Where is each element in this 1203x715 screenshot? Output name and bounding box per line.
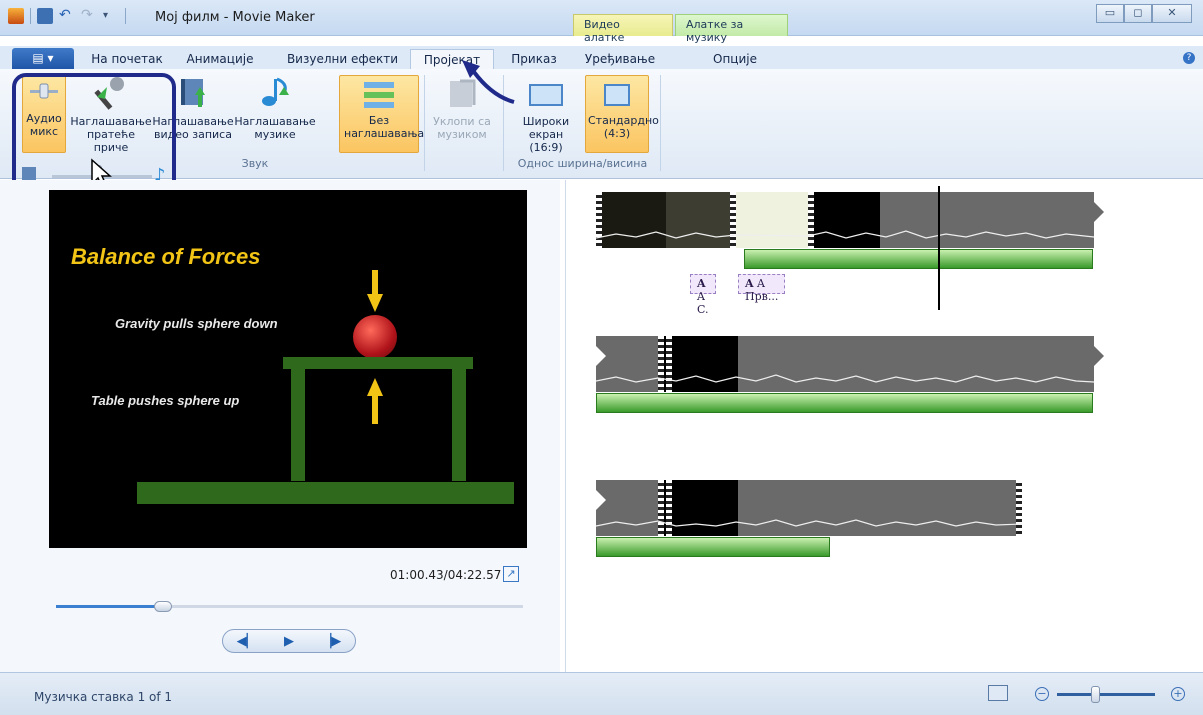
table-leg-graphic — [452, 369, 466, 481]
caption-clip[interactable]: A A C. — [690, 274, 716, 316]
audio-waveform — [596, 519, 1022, 527]
storyboard-view-icon[interactable] — [988, 685, 1008, 701]
sphere-graphic — [353, 315, 397, 359]
arrow-up-icon — [367, 378, 383, 424]
standard-aspect-button[interactable]: Стандардно (4:3) — [585, 75, 659, 153]
status-bar: Музичка ставка 1 of 1 − + — [0, 672, 1203, 715]
row-continue-icon — [1094, 346, 1104, 366]
zoom-out-icon[interactable]: − — [1035, 687, 1049, 701]
slide-title: Balance of Forces — [71, 244, 261, 269]
slide-text-gravity: Gravity pulls sphere down — [115, 316, 278, 331]
maximize-button[interactable]: ◻ — [1124, 4, 1152, 23]
music-clip[interactable] — [596, 537, 830, 557]
arrow-down-icon — [367, 270, 383, 312]
play-icon[interactable]: ▶ — [284, 634, 294, 649]
redo-icon[interactable]: ↷ — [81, 8, 97, 24]
caption-text: A C. — [697, 290, 709, 316]
window-controls: ▭ ◻ ✕ — [1096, 4, 1192, 23]
standard-aspect-icon — [602, 80, 632, 110]
row-start-icon — [596, 490, 606, 510]
timecode: 01:00.43/04:22.57 — [390, 568, 502, 582]
context-tab-video-tools[interactable]: Видео алатке — [573, 14, 673, 44]
ribbon-project: Аудио микс Наглашавање пратеће приче Наг… — [0, 69, 1203, 186]
previous-frame-icon[interactable]: ◀▏ — [237, 634, 257, 649]
undo-icon[interactable]: ↶ — [59, 8, 75, 24]
video-film-icon — [175, 75, 211, 111]
playhead[interactable] — [938, 186, 940, 310]
close-button[interactable]: ✕ — [1152, 4, 1192, 23]
annotation-arrow-icon — [462, 60, 515, 104]
slide-text-table: Table pushes sphere up — [91, 393, 240, 408]
ribbon-tabs: ▤ ▾ На почетак Анимације Визуелни ефекти… — [0, 46, 1203, 71]
tab-home[interactable]: На почетак — [88, 49, 166, 71]
separator — [125, 8, 126, 24]
customize-toolbar-icon[interactable]: ▾ — [103, 8, 119, 24]
status-text: Музичка ставка 1 of 1 — [34, 690, 173, 704]
fullscreen-icon[interactable]: ↗ — [503, 566, 519, 582]
music-clip[interactable] — [744, 249, 1093, 269]
row-start-icon — [596, 346, 606, 366]
title-bar: ↶ ↷ ▾ Мој филм - Movie Maker Видео алатк… — [0, 0, 1203, 44]
group-label-sound: Звук — [241, 157, 269, 170]
floor-graphic — [137, 482, 514, 504]
tab-options[interactable]: Опције — [700, 49, 770, 71]
zoom-in-icon[interactable]: + — [1171, 687, 1185, 701]
standard-aspect-label: Стандардно (4:3) — [588, 114, 659, 140]
file-menu-button[interactable]: ▤ ▾ — [12, 48, 74, 70]
table-leg-graphic — [291, 369, 305, 481]
no-emphasis-button[interactable]: Без наглашавања — [339, 75, 425, 153]
window-title: Мој филм - Movie Maker — [155, 10, 315, 25]
zoom-thumb[interactable] — [1091, 686, 1100, 703]
tab-visual-effects[interactable]: Визуелни ефекти — [285, 49, 400, 71]
emphasize-music-button[interactable]: Наглашавање музике — [234, 75, 316, 141]
quick-access-toolbar: ↶ ↷ ▾ — [8, 8, 126, 24]
group-separator — [424, 75, 425, 171]
widescreen-label: Широки екран (16:9) — [522, 115, 570, 154]
caption-clip[interactable]: A A Прв... — [738, 274, 786, 303]
audio-waveform — [596, 374, 1094, 383]
storyboard: A A C. A A Прв... — [566, 180, 1203, 672]
save-icon[interactable] — [37, 8, 53, 24]
no-emphasis-label: Без наглашавања — [344, 114, 425, 140]
emphasize-music-label: Наглашавање музике — [234, 115, 316, 141]
widescreen-button[interactable]: Широки екран (16:9) — [512, 75, 580, 154]
playback-controls: ◀▏ ▶ ▕▶ — [222, 629, 356, 653]
seek-thumb[interactable] — [154, 601, 173, 612]
no-emphasis-icon — [362, 80, 396, 110]
table-top-graphic — [283, 357, 473, 369]
audio-waveform — [596, 230, 1094, 239]
zoom-slider[interactable]: − + — [1035, 686, 1185, 703]
app-icon[interactable] — [8, 8, 24, 24]
next-frame-icon[interactable]: ▕▶ — [321, 634, 341, 649]
music-note-icon — [257, 75, 293, 111]
group-label-aspect-ratio: Однос ширина/висина — [517, 157, 648, 170]
fit-to-music-label: Уклопи са музиком — [433, 115, 491, 141]
seek-bar-progress — [56, 605, 164, 608]
help-icon[interactable]: ? — [1183, 52, 1195, 64]
tab-edit[interactable]: Уређивање — [580, 49, 660, 71]
video-preview[interactable]: Balance of Forces Gravity pulls sphere d… — [49, 190, 527, 548]
music-clip[interactable] — [596, 393, 1093, 413]
context-tab-music-tools[interactable]: Алатке за музику — [675, 14, 788, 44]
group-separator — [660, 75, 661, 171]
widescreen-icon — [528, 75, 564, 111]
separator — [30, 8, 31, 24]
row-continue-icon — [1094, 202, 1104, 222]
zoom-track[interactable] — [1057, 693, 1155, 696]
tab-animations[interactable]: Анимације — [180, 49, 260, 71]
minimize-button[interactable]: ▭ — [1096, 4, 1124, 23]
